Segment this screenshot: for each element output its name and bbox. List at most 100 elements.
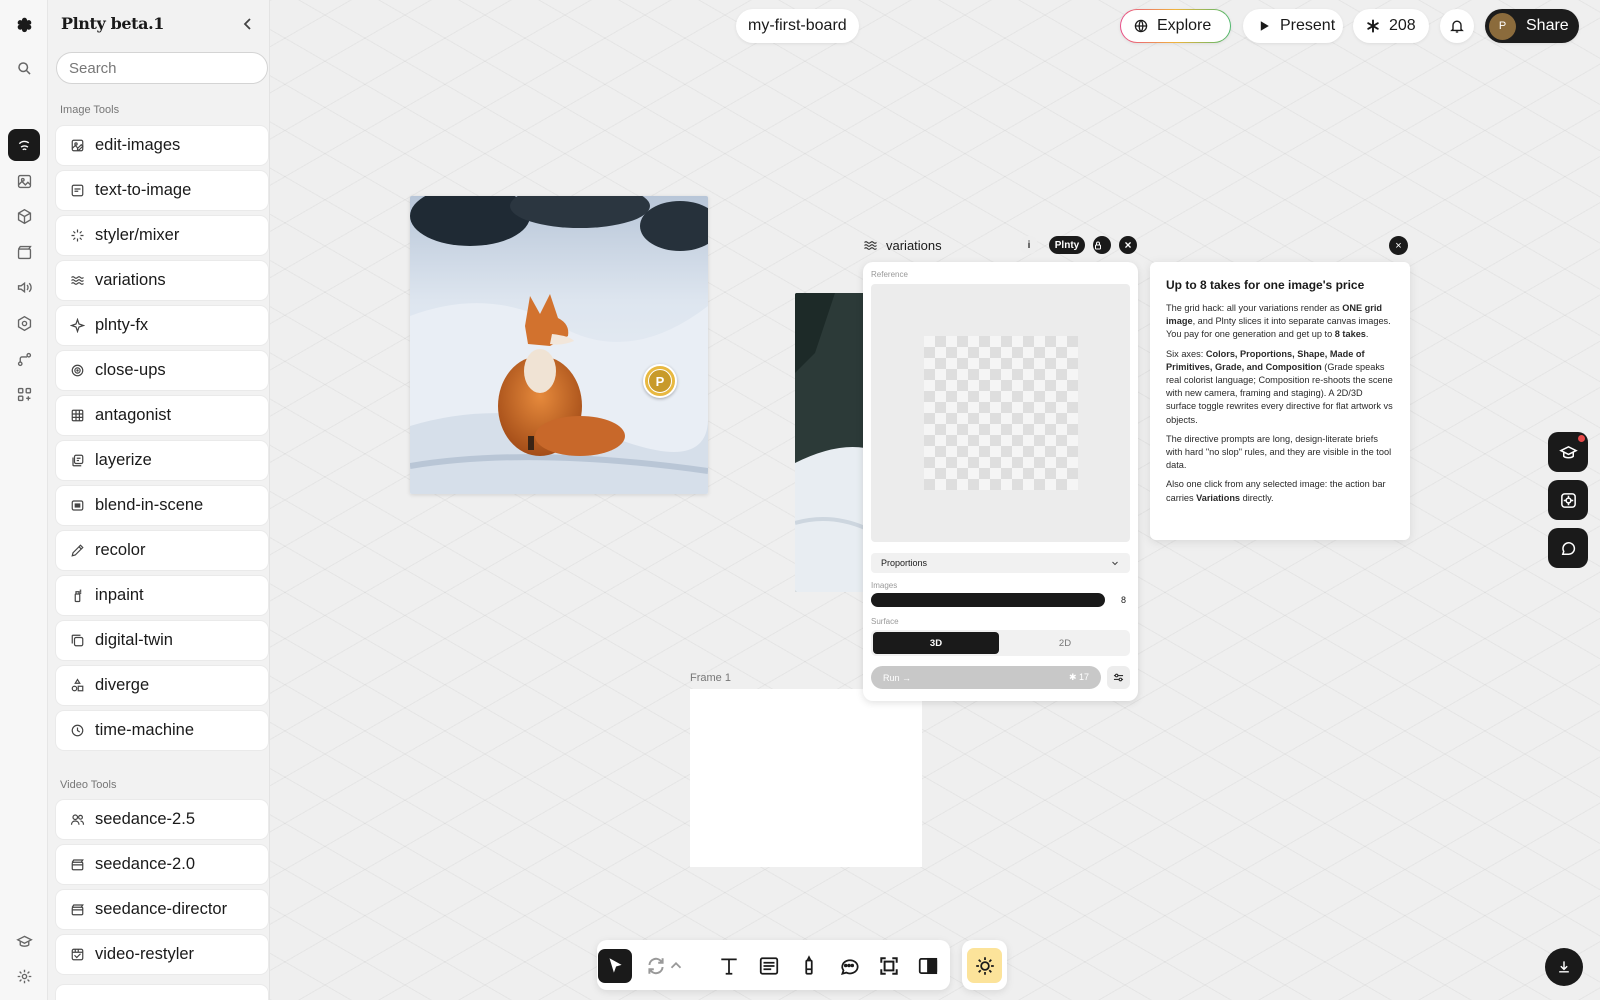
sidebar-item-diverge[interactable]: diverge [56, 666, 268, 705]
sidebar-tool-label: seedance-2.0 [95, 855, 195, 873]
download-button[interactable] [1545, 948, 1583, 986]
sync-icon [648, 957, 664, 975]
node-close-button[interactable]: × [1119, 236, 1137, 254]
sidebar-item-plnty-fx[interactable]: plnty-fx [56, 306, 268, 345]
sidebar-item-video-restyler[interactable]: video-restyler [56, 935, 268, 974]
run-settings-button[interactable] [1107, 666, 1130, 689]
note-tool[interactable] [752, 949, 786, 983]
audio-icon[interactable] [8, 271, 40, 303]
tools-icon[interactable] [8, 129, 40, 161]
share-label: Share [1526, 17, 1569, 34]
sidebar-tool-label: styler/mixer [95, 226, 180, 244]
settings-button[interactable] [1548, 480, 1588, 520]
restyle-icon [71, 948, 84, 961]
run-button[interactable]: Run → ✱ 17 [871, 666, 1101, 689]
bell-icon [1450, 20, 1464, 33]
grid-icon [71, 409, 84, 422]
select-tool[interactable] [598, 949, 632, 983]
info-paragraph-4: Also one click from any selected image: … [1166, 479, 1386, 503]
node-model-badge[interactable]: Plnty [1049, 236, 1085, 254]
axis-select-value: Proportions [881, 558, 928, 568]
lock-icon[interactable] [1093, 236, 1111, 254]
settings-icon[interactable] [8, 960, 40, 992]
sidebar-item-close-ups[interactable]: close-ups [56, 351, 268, 390]
sidebar-item-antagonist[interactable]: antagonist [56, 396, 268, 435]
surface-option-3d[interactable]: 3D [873, 632, 999, 654]
avatar[interactable]: P [1489, 12, 1516, 40]
info-close-button[interactable]: × [1389, 236, 1408, 255]
surface-toggle: 3D 2D [871, 630, 1130, 656]
images-value: 8 [1121, 595, 1127, 605]
explore-button[interactable]: Explore [1120, 9, 1231, 43]
apps-icon[interactable] [8, 378, 40, 410]
present-button[interactable]: Present [1243, 9, 1343, 43]
sidebar-item-variations[interactable]: variations [56, 261, 268, 300]
node-info-button[interactable]: i [1020, 236, 1038, 254]
clock-icon [71, 724, 84, 737]
surface-option-2d[interactable]: 2D [1002, 632, 1128, 654]
logo-icon[interactable] [8, 8, 40, 40]
sidebar: Plnty beta.1 Image Tools edit-images text… [48, 0, 270, 1000]
frame[interactable] [690, 689, 922, 867]
sidebar-item-edit-images[interactable]: edit-images [56, 126, 268, 165]
sidebar-tool-label: inpaint [95, 586, 144, 604]
sidebar-tool-label: plnty-fx [95, 316, 149, 334]
image-icon[interactable] [8, 165, 40, 197]
compare-tool[interactable] [911, 949, 945, 983]
sidebar-item-layerize[interactable]: layerize [56, 441, 268, 480]
hexagon-icon[interactable] [8, 307, 40, 339]
sidebar-item-digital-twin[interactable]: digital-twin [56, 621, 268, 660]
board-name[interactable]: my-first-board [736, 9, 859, 43]
sidebar-tool-partial[interactable] [56, 985, 268, 1000]
sliders-icon [1113, 673, 1124, 682]
pen-tool[interactable] [792, 949, 826, 983]
sidebar-item-inpaint[interactable]: inpaint [56, 576, 268, 615]
chevron-up-icon[interactable] [667, 949, 685, 983]
dropper-icon [71, 544, 84, 557]
sidebar-item-seedance-director[interactable]: seedance-director [56, 890, 268, 929]
variation-image[interactable] [795, 293, 865, 592]
sidebar-item-time-machine[interactable]: time-machine [56, 711, 268, 750]
fox-image[interactable] [410, 196, 708, 494]
sidebar-tool-label: variations [95, 271, 166, 289]
search-icon[interactable] [8, 52, 40, 84]
text-tool[interactable] [712, 949, 746, 983]
credits-count: 208 [1389, 17, 1416, 34]
theme-toggle[interactable] [962, 940, 1007, 990]
info-paragraph-2: Six axes: Colors, Proportions, Shape, Ma… [1166, 348, 1393, 425]
sparkle-star-icon [70, 318, 85, 333]
sidebar-tool-label: seedance-2.5 [95, 810, 195, 828]
explore-label: Explore [1157, 17, 1212, 34]
learn-button[interactable] [1548, 432, 1588, 472]
axis-select[interactable]: Proportions [871, 553, 1130, 573]
cube-icon[interactable] [8, 200, 40, 232]
chat-button[interactable] [1548, 528, 1588, 568]
sidebar-tool-label: blend-in-scene [95, 496, 204, 514]
info-card: Up to 8 takes for one image's price The … [1150, 262, 1410, 540]
info-paragraph-3: The directive prompts are long, design-l… [1166, 433, 1392, 471]
comment-tool[interactable] [832, 949, 866, 983]
collapse-sidebar-icon[interactable] [238, 14, 258, 34]
collaborator-marker[interactable]: P [643, 364, 677, 398]
marker-initial: P [648, 369, 672, 393]
sidebar-item-text-to-image[interactable]: text-to-image [56, 171, 268, 210]
sidebar-item-seedance-2-5[interactable]: seedance-2.5 [56, 800, 268, 839]
sidebar-item-recolor[interactable]: recolor [56, 531, 268, 570]
nodes-icon[interactable] [8, 343, 40, 375]
text-image-icon [71, 184, 84, 197]
video-icon[interactable] [8, 236, 40, 268]
share-button[interactable]: P Share [1485, 9, 1579, 43]
notifications-button[interactable] [1440, 9, 1474, 43]
reference-dropzone[interactable] [871, 284, 1130, 542]
images-slider[interactable] [871, 593, 1105, 607]
learn-icon[interactable] [8, 925, 40, 957]
search-input[interactable] [56, 52, 268, 84]
frame-tool[interactable] [872, 949, 906, 983]
sidebar-item-blend-in-scene[interactable]: blend-in-scene [56, 486, 268, 525]
node-header[interactable]: variations i Plnty × [863, 234, 1137, 256]
sidebar-item-seedance-2-0[interactable]: seedance-2.0 [56, 845, 268, 884]
waves-icon [864, 240, 877, 250]
marker-icon [805, 955, 813, 975]
credits-badge[interactable]: 208 [1353, 9, 1429, 43]
sidebar-item-styler-mixer[interactable]: styler/mixer [56, 216, 268, 255]
